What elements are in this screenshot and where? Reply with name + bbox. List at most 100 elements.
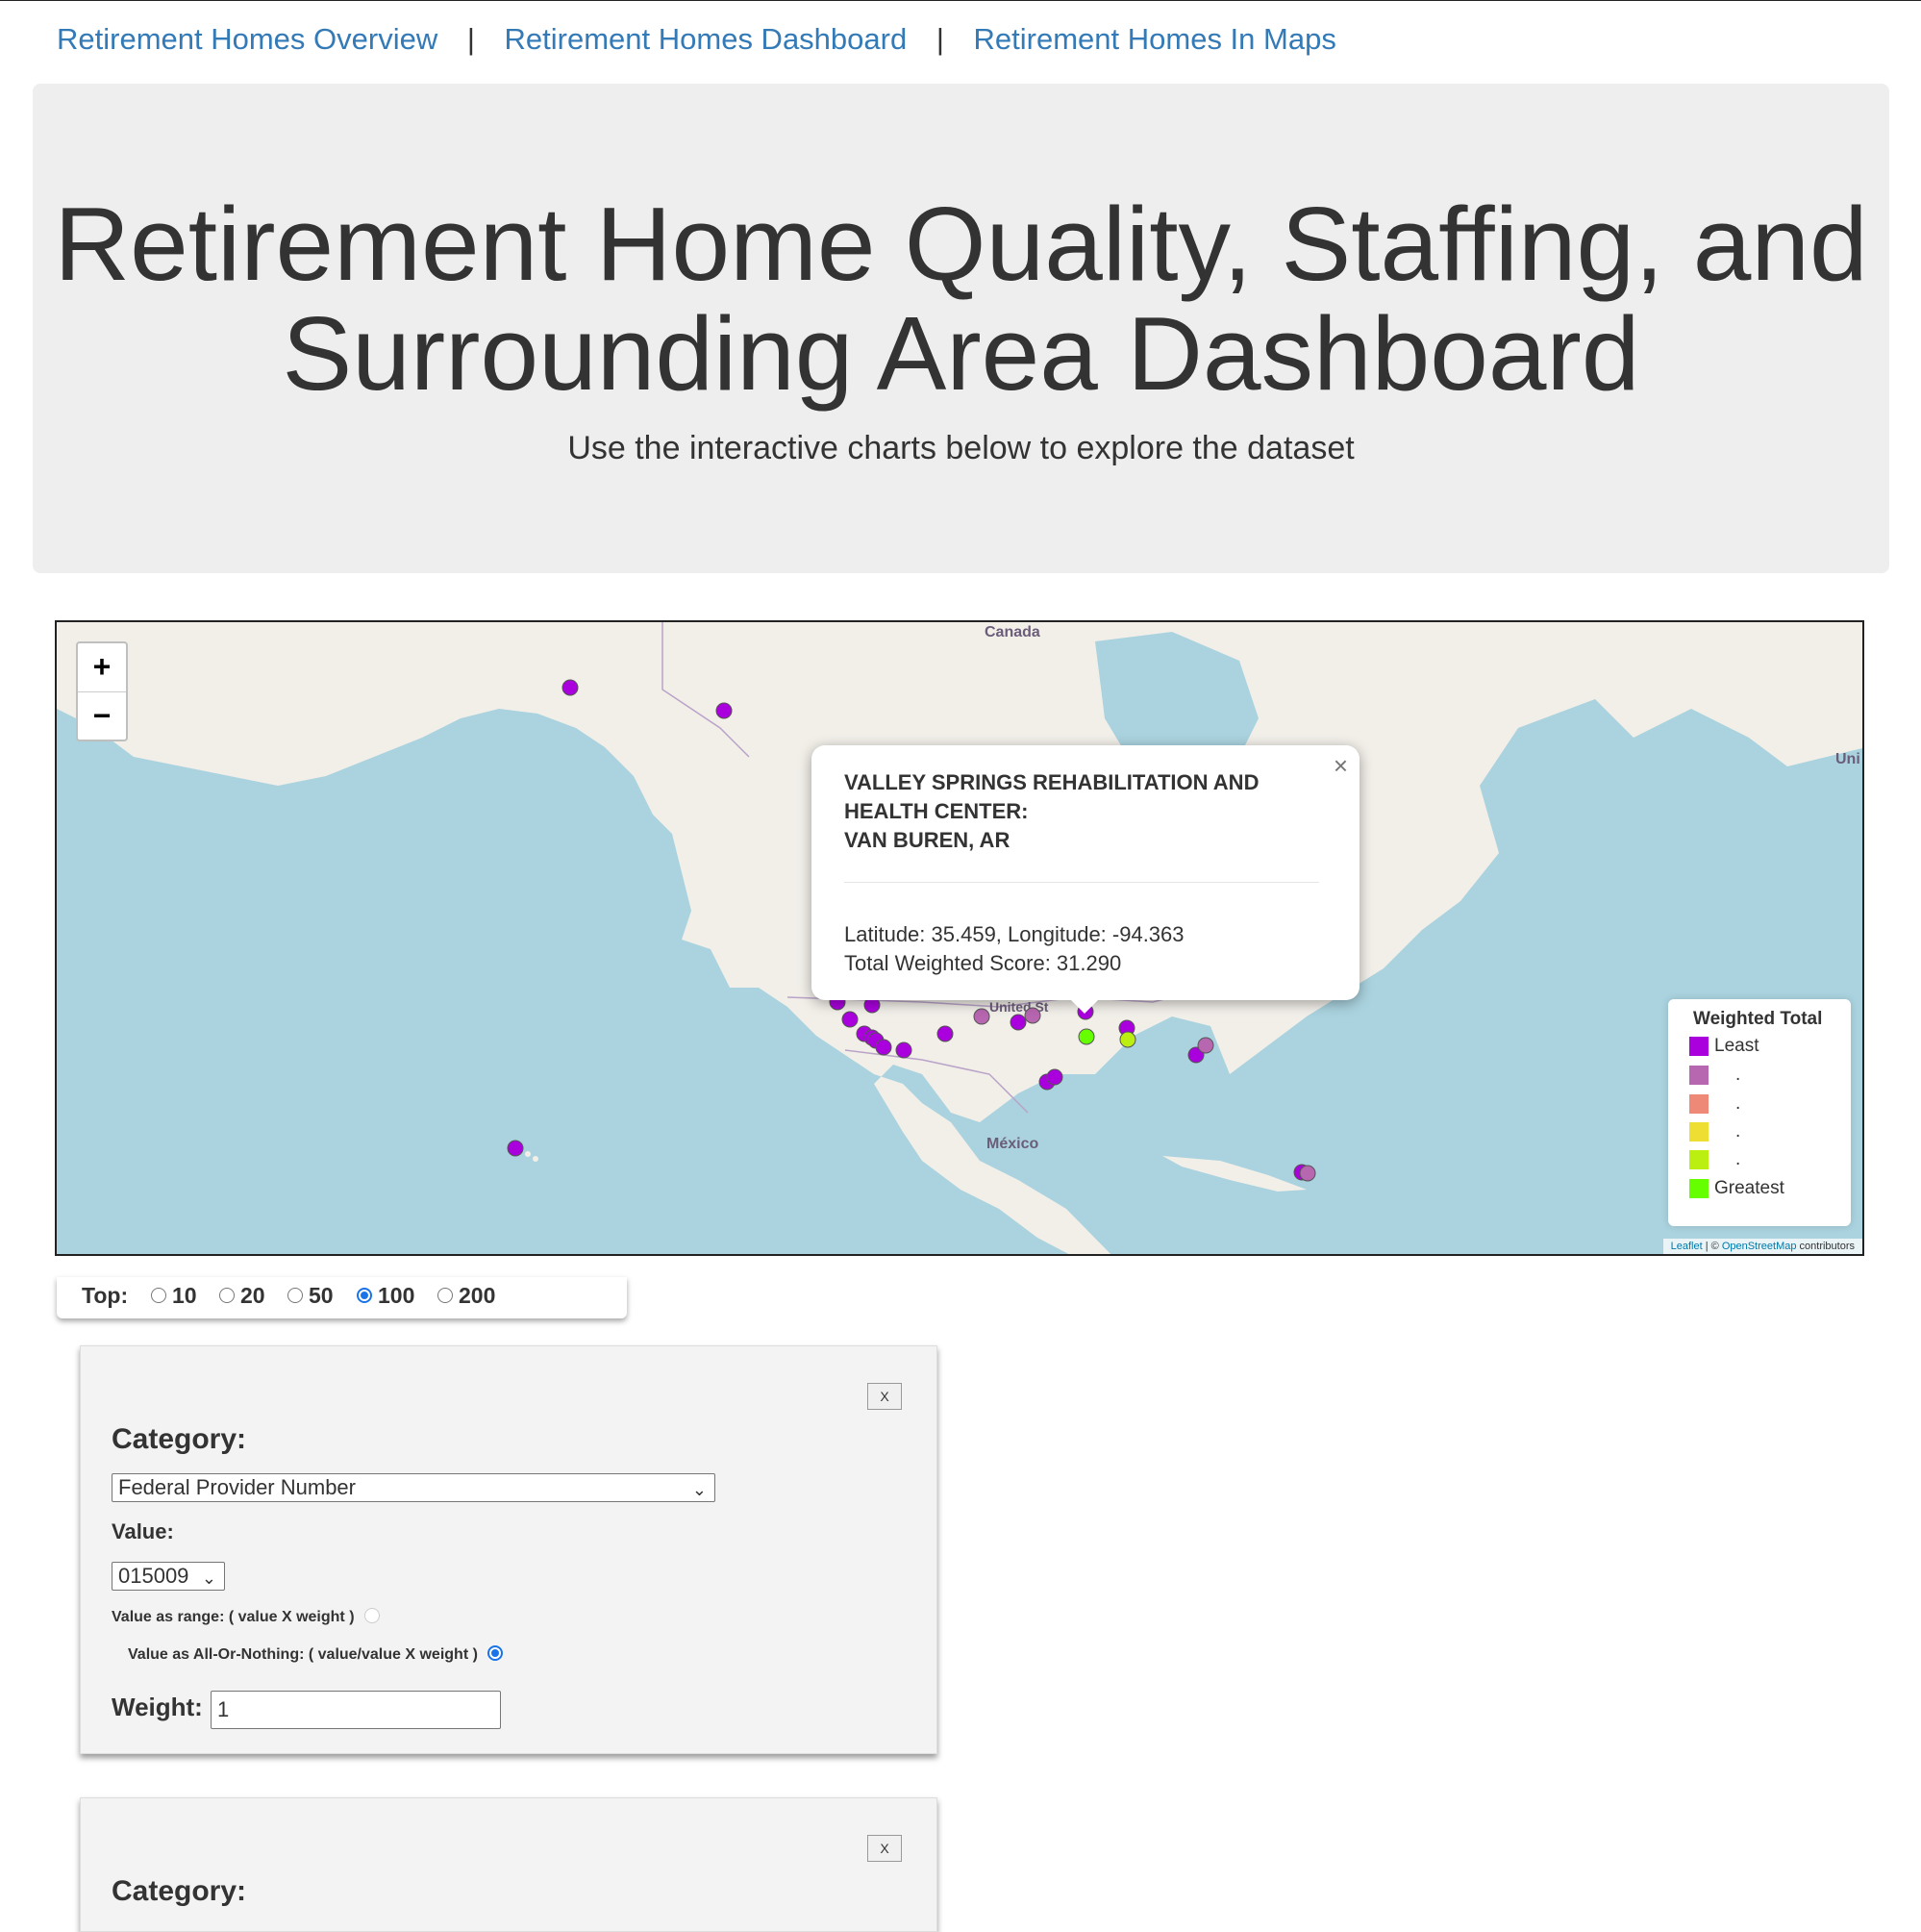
top-option-100[interactable]: 100 — [357, 1283, 414, 1309]
popup-close-button[interactable]: × — [1334, 751, 1348, 781]
top-n-label: Top: — [82, 1283, 129, 1308]
top-nav: Retirement Homes Overview | Retirement H… — [57, 22, 1336, 57]
weight-input[interactable]: 1 — [211, 1691, 501, 1729]
marker-popup: × VALLEY SPRINGS REHABILITATION AND HEAL… — [811, 745, 1360, 1014]
attribution-text: contributors — [1796, 1241, 1855, 1252]
remove-filter-button[interactable]: X — [867, 1383, 902, 1410]
zoom-control: + − — [76, 641, 128, 741]
remove-filter-button[interactable]: X — [867, 1835, 902, 1862]
chevron-down-icon: ⌄ — [201, 1568, 216, 1588]
zoom-in-button[interactable]: + — [78, 643, 126, 692]
legend-label: Greatest — [1714, 1178, 1784, 1198]
legend-swatch — [1689, 1065, 1709, 1085]
value-select-value: 015009 — [118, 1564, 189, 1588]
osm-link[interactable]: OpenStreetMap — [1722, 1241, 1797, 1252]
legend-label: . — [1735, 1093, 1741, 1114]
legend-item: . — [1689, 1093, 1740, 1115]
radio-button[interactable] — [219, 1287, 235, 1303]
map-marker[interactable] — [875, 1039, 892, 1056]
map-marker[interactable] — [1024, 1007, 1041, 1024]
option-label: 200 — [459, 1283, 496, 1308]
top-option-50[interactable]: 50 — [287, 1283, 334, 1309]
map-marker[interactable] — [715, 702, 733, 719]
map-marker[interactable] — [1046, 1068, 1063, 1086]
top-option-10[interactable]: 10 — [151, 1283, 197, 1309]
value-label: Value: — [112, 1519, 174, 1543]
map-marker[interactable] — [936, 1025, 954, 1042]
nav-link-maps[interactable]: Retirement Homes In Maps — [974, 22, 1336, 56]
legend-swatch — [1689, 1036, 1709, 1056]
map-marker[interactable] — [973, 1008, 990, 1025]
legend-label: . — [1735, 1149, 1741, 1169]
nav-separator: | — [936, 22, 944, 56]
aon-option-label: Value as All-Or-Nothing: ( value/value X… — [128, 1646, 478, 1663]
top-n-selector: Top: 10 20 50 100 200 — [57, 1277, 627, 1318]
map-marker[interactable] — [507, 1140, 524, 1157]
all-or-nothing-option: Value as All-Or-Nothing: ( value/value X… — [128, 1644, 509, 1664]
option-label: 20 — [240, 1283, 265, 1308]
legend-swatch — [1689, 1093, 1709, 1114]
popup-title-line: VAN BUREN, AR — [844, 828, 1010, 852]
map-marker[interactable] — [1299, 1165, 1316, 1182]
range-option-label: Value as range: ( value X weight ) — [112, 1609, 355, 1625]
page-subtitle: Use the interactive charts below to expl… — [567, 430, 1355, 466]
radio-button-selected[interactable] — [357, 1287, 372, 1303]
map-view[interactable]: Canada México Uni United St + − × VALLEY… — [55, 620, 1864, 1256]
legend-swatch — [1689, 1178, 1709, 1198]
option-label: 10 — [172, 1283, 197, 1308]
map-marker[interactable] — [1197, 1037, 1214, 1054]
map-marker[interactable] — [841, 1011, 859, 1028]
radio-button[interactable] — [151, 1287, 166, 1303]
popup-score: Total Weighted Score: 31.290 — [844, 951, 1122, 975]
legend-title: Weighted Total — [1693, 1009, 1823, 1029]
map-marker[interactable] — [1119, 1031, 1136, 1048]
legend-item: Greatest — [1689, 1178, 1784, 1199]
nav-separator: | — [466, 22, 475, 56]
nav-link-overview[interactable]: Retirement Homes Overview — [57, 22, 437, 56]
popup-title-line: HEALTH CENTER: — [844, 799, 1029, 823]
header-jumbotron: Retirement Home Quality, Staffing, and S… — [33, 84, 1889, 573]
leaflet-link[interactable]: Leaflet — [1671, 1241, 1703, 1252]
legend-item: . — [1689, 1121, 1740, 1142]
popup-divider — [844, 882, 1319, 883]
legend-item: . — [1689, 1065, 1740, 1086]
range-option: Value as range: ( value X weight ) — [112, 1607, 386, 1626]
top-option-200[interactable]: 200 — [437, 1283, 495, 1309]
category-select-value: Federal Provider Number — [118, 1475, 356, 1499]
zoom-out-button[interactable]: − — [78, 692, 126, 740]
category-label: Category: — [112, 1875, 247, 1907]
attribution-separator: | © — [1702, 1241, 1722, 1252]
legend-item: Least — [1689, 1036, 1759, 1057]
category-select[interactable]: Federal Provider Number ⌄ — [112, 1473, 715, 1502]
legend-item: . — [1689, 1149, 1740, 1170]
chevron-down-icon: ⌄ — [691, 1480, 707, 1499]
legend-label: Least — [1714, 1036, 1759, 1056]
map-marker[interactable] — [1010, 1014, 1027, 1031]
map-legend: Weighted Total Least . . . . Greatest — [1668, 999, 1851, 1226]
legend-swatch — [1689, 1121, 1709, 1142]
page-title: Retirement Home Quality, Staffing, and S… — [54, 186, 1868, 413]
option-label: 50 — [309, 1283, 334, 1308]
value-select[interactable]: 015009 ⌄ — [112, 1562, 225, 1591]
popup-title: VALLEY SPRINGS REHABILITATION AND HEALTH… — [844, 768, 1306, 855]
map-attribution: Leaflet | © OpenStreetMap contributors — [1662, 1239, 1862, 1254]
range-radio[interactable] — [363, 1607, 380, 1623]
aon-radio[interactable] — [487, 1644, 504, 1661]
popup-coordinates: Latitude: 35.459, Longitude: -94.363 — [844, 922, 1185, 946]
legend-label: . — [1735, 1065, 1741, 1085]
nav-link-dashboard[interactable]: Retirement Homes Dashboard — [505, 22, 908, 56]
top-option-20[interactable]: 20 — [219, 1283, 265, 1309]
legend-label: . — [1735, 1121, 1741, 1142]
legend-swatch — [1689, 1149, 1709, 1169]
map-marker[interactable] — [895, 1041, 912, 1059]
popup-title-line: VALLEY SPRINGS REHABILITATION AND — [844, 770, 1260, 794]
weight-label: Weight: — [112, 1693, 203, 1721]
option-label: 100 — [378, 1283, 415, 1308]
filter-card: X Category: — [80, 1797, 937, 1932]
map-marker[interactable] — [561, 679, 579, 696]
filter-card: X Category: Federal Provider Number ⌄ Va… — [80, 1345, 937, 1754]
map-marker[interactable] — [1078, 1028, 1095, 1045]
radio-button[interactable] — [437, 1287, 453, 1303]
radio-button[interactable] — [287, 1287, 303, 1303]
category-label: Category: — [112, 1423, 247, 1455]
